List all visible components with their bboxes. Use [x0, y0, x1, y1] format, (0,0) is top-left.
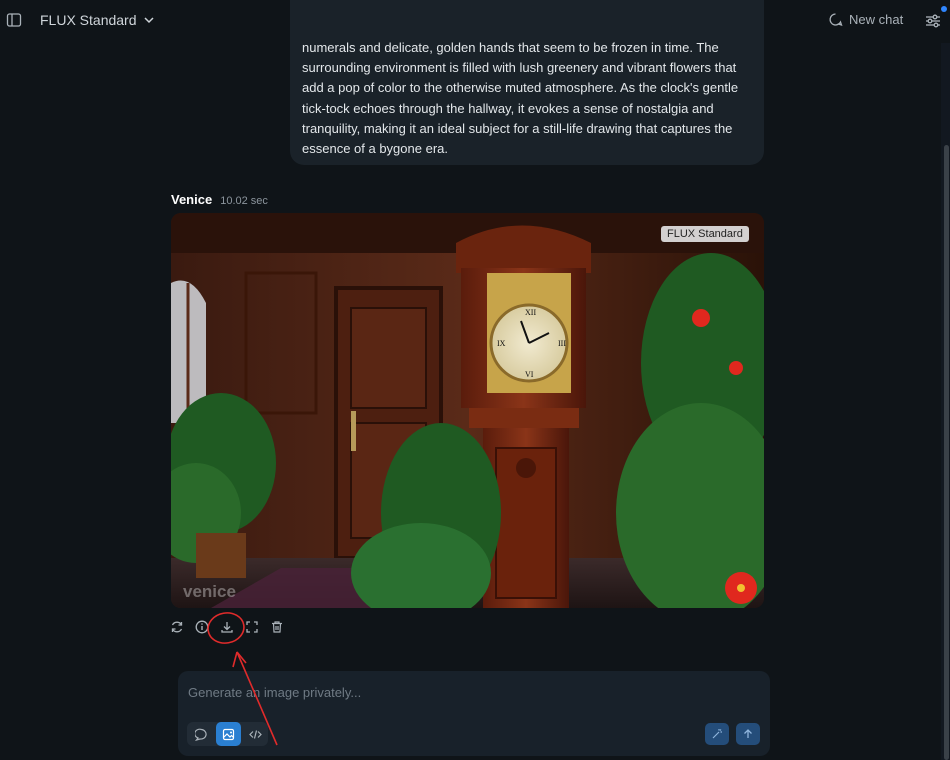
svg-text:XII: XII: [525, 308, 536, 317]
image-icon: [222, 728, 235, 740]
text-mode-button[interactable]: [189, 722, 214, 746]
notification-dot: [941, 6, 947, 12]
fullscreen-icon[interactable]: [245, 620, 259, 634]
new-chat-icon: [829, 13, 843, 26]
svg-text:VI: VI: [525, 370, 534, 379]
generated-image[interactable]: XII III VI IX: [171, 213, 764, 608]
send-button[interactable]: [736, 723, 760, 745]
download-icon[interactable]: [220, 620, 234, 634]
image-mode-button[interactable]: [216, 722, 241, 746]
code-icon: [249, 729, 262, 739]
chevron-down-icon: [143, 17, 154, 24]
regenerate-icon[interactable]: [170, 620, 184, 634]
image-actions: [170, 620, 284, 634]
user-message-bubble: numerals and delicate, golden hands that…: [290, 0, 764, 165]
svg-text:III: III: [558, 339, 566, 348]
assistant-name: Venice: [171, 192, 213, 207]
enhance-prompt-button[interactable]: [705, 723, 729, 745]
new-chat-button[interactable]: New chat: [828, 12, 903, 27]
new-chat-label: New chat: [849, 12, 904, 27]
annotation-arrow-head: [232, 651, 247, 668]
mode-selector: [187, 722, 268, 746]
sidebar-toggle-icon[interactable]: [6, 12, 22, 28]
model-badge: FLUX Standard: [661, 226, 749, 242]
arrow-up-icon: [744, 729, 752, 738]
user-message-text: numerals and delicate, golden hands that…: [302, 40, 739, 157]
image-watermark: venice: [183, 582, 236, 601]
magic-wand-icon: [712, 729, 722, 739]
trash-icon[interactable]: [270, 620, 284, 634]
info-icon[interactable]: [195, 620, 209, 634]
settings-sliders-icon[interactable]: [924, 12, 942, 30]
prompt-composer: [178, 671, 770, 756]
chat-bubble-icon: [195, 728, 207, 741]
code-mode-button[interactable]: [243, 722, 268, 746]
model-selector[interactable]: FLUX Standard: [40, 12, 155, 28]
generation-time: 10.02 sec: [220, 195, 268, 207]
scrollbar-thumb[interactable]: [944, 145, 949, 760]
assistant-header: Venice 10.02 sec: [171, 192, 268, 207]
model-name: FLUX Standard: [40, 12, 137, 28]
svg-text:IX: IX: [497, 339, 506, 348]
prompt-input[interactable]: [188, 681, 748, 703]
